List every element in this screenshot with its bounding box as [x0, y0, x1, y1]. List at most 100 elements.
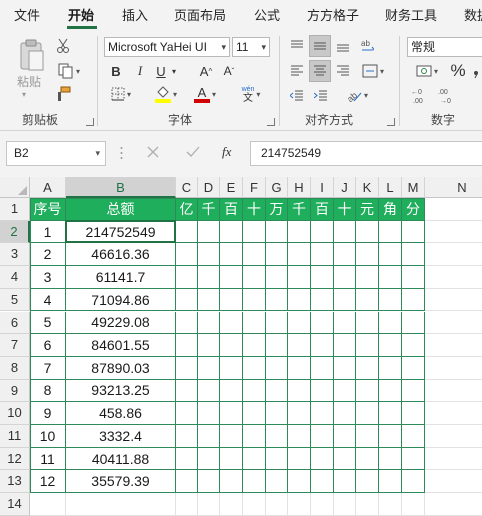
accounting-format-button[interactable]: ▾ — [410, 61, 444, 81]
italic-button[interactable]: I — [133, 62, 147, 80]
digit-cell[interactable] — [402, 447, 425, 471]
digit-cell[interactable] — [288, 220, 311, 244]
empty-cell[interactable] — [425, 402, 482, 425]
increase-decimal-icon[interactable]: ←0.00 — [410, 85, 432, 107]
row-header-13[interactable]: 13 — [0, 470, 30, 494]
digit-cell[interactable] — [356, 379, 379, 403]
percent-style-button[interactable]: % — [448, 60, 468, 82]
name-box[interactable]: B2 ▾ — [6, 141, 106, 166]
digit-cell[interactable] — [334, 334, 356, 357]
digit-cell[interactable] — [198, 266, 220, 289]
digit-cell[interactable] — [220, 243, 243, 267]
amount-cell[interactable]: 40411.88 — [66, 447, 176, 471]
column-header-j[interactable]: J — [334, 177, 356, 198]
digit-cell[interactable] — [243, 220, 266, 244]
serial-cell[interactable]: 10 — [30, 425, 66, 448]
serial-cell[interactable]: 7 — [30, 356, 66, 380]
row-header-6[interactable]: 6 — [0, 311, 30, 335]
digit-cell[interactable] — [243, 311, 266, 335]
tab-home[interactable]: 开始 — [68, 6, 94, 28]
increase-indent-icon[interactable] — [311, 86, 331, 106]
digit-cell[interactable] — [379, 470, 402, 494]
amount-cell[interactable]: 3332.4 — [66, 425, 176, 448]
digit-cell[interactable] — [176, 356, 198, 380]
enter-check-icon[interactable] — [185, 145, 201, 161]
align-right-icon[interactable] — [333, 61, 353, 81]
digit-cell[interactable] — [220, 470, 243, 494]
column-header-e[interactable]: E — [220, 177, 243, 198]
table-header-cell[interactable]: 元 — [356, 198, 379, 221]
empty-cell[interactable] — [425, 380, 482, 403]
digit-cell[interactable] — [356, 356, 379, 380]
digit-cell[interactable] — [220, 311, 243, 335]
empty-cell[interactable] — [266, 493, 288, 516]
digit-cell[interactable] — [356, 243, 379, 267]
digit-cell[interactable] — [198, 356, 220, 380]
digit-cell[interactable] — [266, 288, 288, 312]
font-launcher-icon[interactable] — [267, 118, 275, 126]
serial-cell[interactable]: 6 — [30, 334, 66, 357]
select-all-button[interactable] — [0, 177, 30, 198]
digit-cell[interactable] — [379, 266, 402, 289]
digit-cell[interactable] — [379, 402, 402, 425]
wrap-text-icon[interactable]: ab — [358, 36, 378, 56]
digit-cell[interactable] — [288, 311, 311, 335]
empty-cell[interactable] — [288, 493, 311, 516]
phonetic-button[interactable]: wén 文 ▾ — [234, 82, 268, 106]
row-header-2[interactable]: 2 — [0, 220, 30, 244]
amount-cell[interactable]: 458.86 — [66, 402, 176, 425]
table-header-cell[interactable]: 百 — [311, 198, 334, 221]
empty-cell[interactable] — [425, 425, 482, 448]
serial-cell[interactable]: 8 — [30, 379, 66, 403]
digit-cell[interactable] — [266, 243, 288, 267]
align-bottom-icon[interactable] — [333, 36, 353, 56]
alignment-launcher-icon[interactable] — [387, 118, 395, 126]
formula-input[interactable]: 214752549 — [250, 141, 482, 166]
digit-cell[interactable] — [176, 220, 198, 244]
empty-cell[interactable] — [402, 493, 425, 516]
serial-cell[interactable]: 2 — [30, 243, 66, 267]
font-name-combo[interactable]: Microsoft YaHei UI ▾ — [104, 37, 230, 57]
empty-cell[interactable] — [425, 493, 482, 516]
digit-cell[interactable] — [288, 334, 311, 357]
empty-cell[interactable] — [425, 221, 482, 244]
format-painter-icon[interactable] — [54, 85, 72, 103]
digit-cell[interactable] — [311, 402, 334, 425]
row-header-12[interactable]: 12 — [0, 447, 30, 471]
digit-cell[interactable] — [334, 220, 356, 244]
table-header-cell[interactable]: 千 — [198, 198, 220, 221]
column-header-c[interactable]: C — [176, 177, 198, 198]
empty-cell[interactable] — [220, 493, 243, 516]
serial-cell[interactable]: 5 — [30, 311, 66, 335]
digit-cell[interactable] — [220, 356, 243, 380]
digit-cell[interactable] — [311, 425, 334, 448]
table-header-cell[interactable]: 序号 — [30, 198, 66, 221]
digit-cell[interactable] — [402, 470, 425, 494]
digit-cell[interactable] — [288, 266, 311, 289]
digit-cell[interactable] — [266, 447, 288, 471]
digit-cell[interactable] — [356, 402, 379, 425]
digit-cell[interactable] — [356, 425, 379, 448]
column-header-i[interactable]: I — [311, 177, 334, 198]
digit-cell[interactable] — [402, 334, 425, 357]
digit-cell[interactable] — [220, 266, 243, 289]
empty-cell[interactable] — [356, 493, 379, 516]
row-header-11[interactable]: 11 — [0, 425, 30, 448]
column-header-a[interactable]: A — [30, 177, 66, 198]
digit-cell[interactable] — [379, 243, 402, 267]
digit-cell[interactable] — [311, 334, 334, 357]
digit-cell[interactable] — [243, 288, 266, 312]
digit-cell[interactable] — [176, 425, 198, 448]
bold-button[interactable]: B — [109, 62, 123, 80]
digit-cell[interactable] — [334, 470, 356, 494]
digit-cell[interactable] — [243, 447, 266, 471]
digit-cell[interactable] — [311, 311, 334, 335]
digit-cell[interactable] — [198, 447, 220, 471]
orientation-button[interactable]: ab ▾ — [341, 85, 373, 105]
digit-cell[interactable] — [176, 334, 198, 357]
column-header-m[interactable]: M — [402, 177, 425, 198]
digit-cell[interactable] — [243, 266, 266, 289]
empty-cell[interactable] — [379, 493, 402, 516]
digit-cell[interactable] — [379, 356, 402, 380]
copy-icon[interactable]: ▾ — [54, 62, 84, 80]
